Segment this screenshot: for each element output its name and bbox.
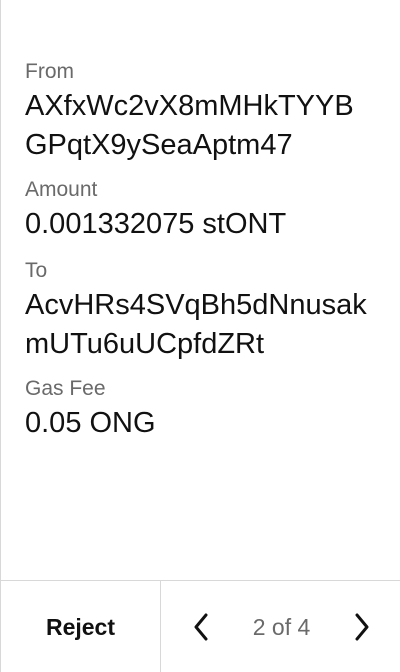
to-address: AcvHRs4SVqBh5dNnusakmUTu6uUCpfdZRt xyxy=(25,289,367,360)
action-footer: Reject 2 of 4 xyxy=(1,580,400,672)
chevron-left-icon[interactable] xyxy=(189,612,213,642)
page-indicator: 2 of 4 xyxy=(252,613,311,640)
reject-button[interactable]: Reject xyxy=(1,581,161,672)
amount-label: Amount xyxy=(25,178,98,201)
to-label: To xyxy=(25,259,48,282)
from-address: AXfxWc2vX8mMHkTYYBGPqtX9ySeaAptm47 xyxy=(25,90,354,161)
gas-fee-label: Gas Fee xyxy=(25,377,106,400)
amount-value: 0.001332075 stONT xyxy=(25,208,287,240)
transaction-pager: 2 of 4 xyxy=(161,581,400,672)
gas-fee-value: 0.05 ONG xyxy=(25,407,156,439)
chevron-right-icon[interactable] xyxy=(350,612,374,642)
confirm-transaction-panel: From AXfxWc2vX8mMHkTYYBGPqtX9ySeaAptm47 … xyxy=(0,0,400,672)
transaction-details: From AXfxWc2vX8mMHkTYYBGPqtX9ySeaAptm47 … xyxy=(25,57,376,455)
from-label: From xyxy=(25,60,74,83)
